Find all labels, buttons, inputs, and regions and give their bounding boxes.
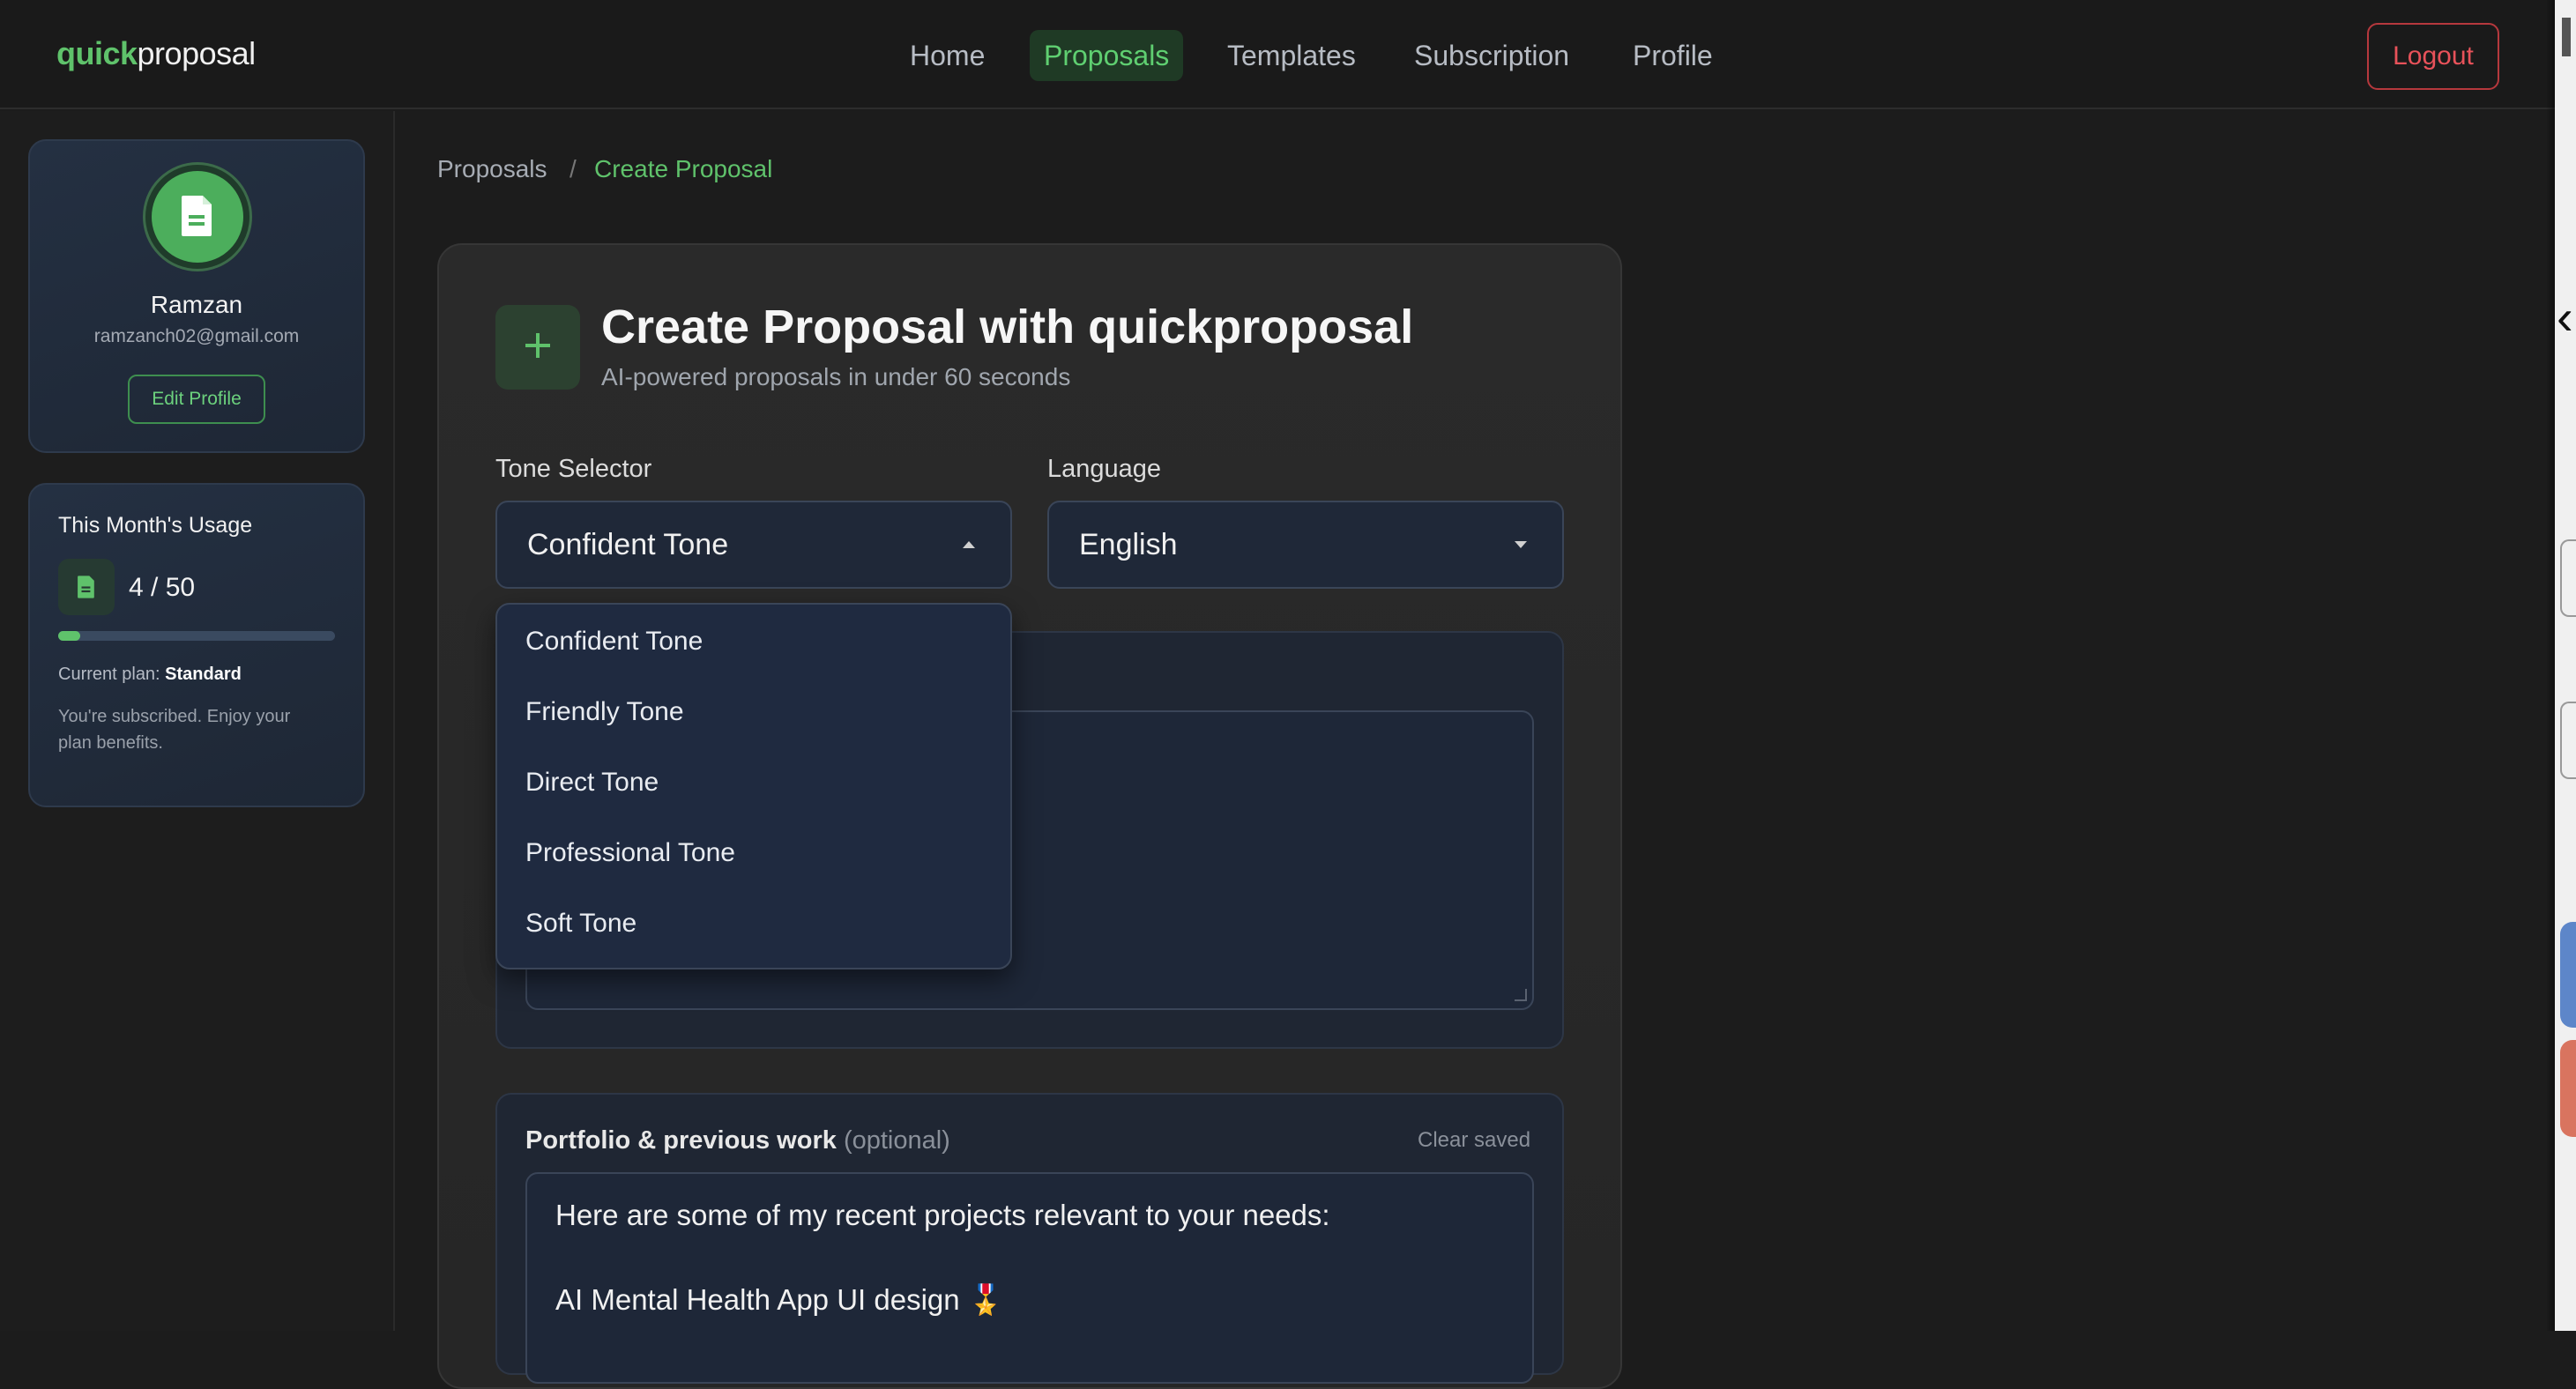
tone-option-professional[interactable]: Professional Tone <box>525 818 1001 888</box>
resize-handle[interactable] <box>1515 989 1527 1001</box>
breadcrumb-current: Create Proposal <box>594 155 773 182</box>
plus-icon <box>525 333 550 358</box>
chevron-left-icon[interactable]: ‹ <box>2557 291 2573 344</box>
nav-profile[interactable]: Profile <box>1619 30 1727 81</box>
edge-red-tab[interactable] <box>2560 1040 2576 1137</box>
profile-name: Ramzan <box>150 291 243 318</box>
usage-count: 4 / 50 <box>129 573 196 602</box>
nav-subscription[interactable]: Subscription <box>1400 30 1583 81</box>
tone-option-direct[interactable]: Direct Tone <box>525 747 1001 818</box>
portfolio-line-1: Here are some of my recent projects rele… <box>555 1199 1330 1231</box>
tone-option-confident[interactable]: Confident Tone <box>525 606 1001 677</box>
edit-profile-button[interactable]: Edit Profile <box>128 375 265 424</box>
usage-title: This Month's Usage <box>58 513 253 538</box>
clear-saved-link[interactable]: Clear saved <box>1418 1128 1530 1153</box>
logo-part-proposal: proposal <box>137 35 257 71</box>
logo-part-quick: quick <box>56 35 138 71</box>
usage-icon-box <box>58 559 115 615</box>
caret-down-icon <box>1515 541 1527 548</box>
logout-button[interactable]: Logout <box>2367 23 2499 90</box>
edge-mark <box>2562 18 2571 56</box>
document-icon <box>78 576 94 598</box>
language-label: Language <box>1047 455 1162 483</box>
avatar <box>152 171 243 263</box>
current-plan: Current plan: Standard <box>58 665 242 685</box>
plan-name: Standard <box>165 665 242 684</box>
usage-progress-fill <box>58 631 80 641</box>
portfolio-line-2: AI Mental Health App UI design 🎖️ <box>555 1283 1004 1316</box>
nav-home[interactable]: Home <box>896 30 999 81</box>
language-select-value: English <box>1079 528 1178 561</box>
page-title: Create Proposal with quickproposal <box>601 301 1414 353</box>
tone-select[interactable]: Confident Tone <box>495 501 1012 589</box>
edge-outline-tab <box>2560 539 2576 617</box>
tone-select-value: Confident Tone <box>527 528 729 561</box>
edge-outline-tab <box>2560 702 2576 779</box>
breadcrumb-proposals[interactable]: Proposals <box>437 155 547 183</box>
portfolio-optional: (optional) <box>843 1126 950 1155</box>
nav-templates[interactable]: Templates <box>1213 30 1370 81</box>
portfolio-label-text: Portfolio & previous work <box>525 1126 837 1155</box>
window-edge-shadow <box>2546 0 2555 1331</box>
language-select[interactable]: English <box>1047 501 1564 589</box>
edge-blue-tab[interactable] <box>2560 922 2576 1028</box>
plan-prefix: Current plan: <box>58 665 166 684</box>
plan-note: You're subscribed. Enjoy your plan benef… <box>58 707 291 753</box>
plus-icon-box <box>495 305 580 390</box>
tone-selector-label: Tone Selector <box>495 455 652 483</box>
document-icon <box>182 196 212 236</box>
tone-option-friendly[interactable]: Friendly Tone <box>525 677 1001 747</box>
caret-up-icon <box>963 541 975 548</box>
profile-email: ramzanch02@gmail.com <box>93 326 300 346</box>
usage-progress-track <box>58 631 335 641</box>
app-logo[interactable]: quickproposal <box>56 35 256 72</box>
nav-proposals[interactable]: Proposals <box>1030 30 1184 81</box>
breadcrumb-separator: / <box>570 155 577 182</box>
tone-option-soft[interactable]: Soft Tone <box>525 888 1001 959</box>
page-subtitle: AI-powered proposals in under 60 seconds <box>601 363 1071 390</box>
portfolio-label: Portfolio & previous work (optional) <box>525 1126 950 1155</box>
